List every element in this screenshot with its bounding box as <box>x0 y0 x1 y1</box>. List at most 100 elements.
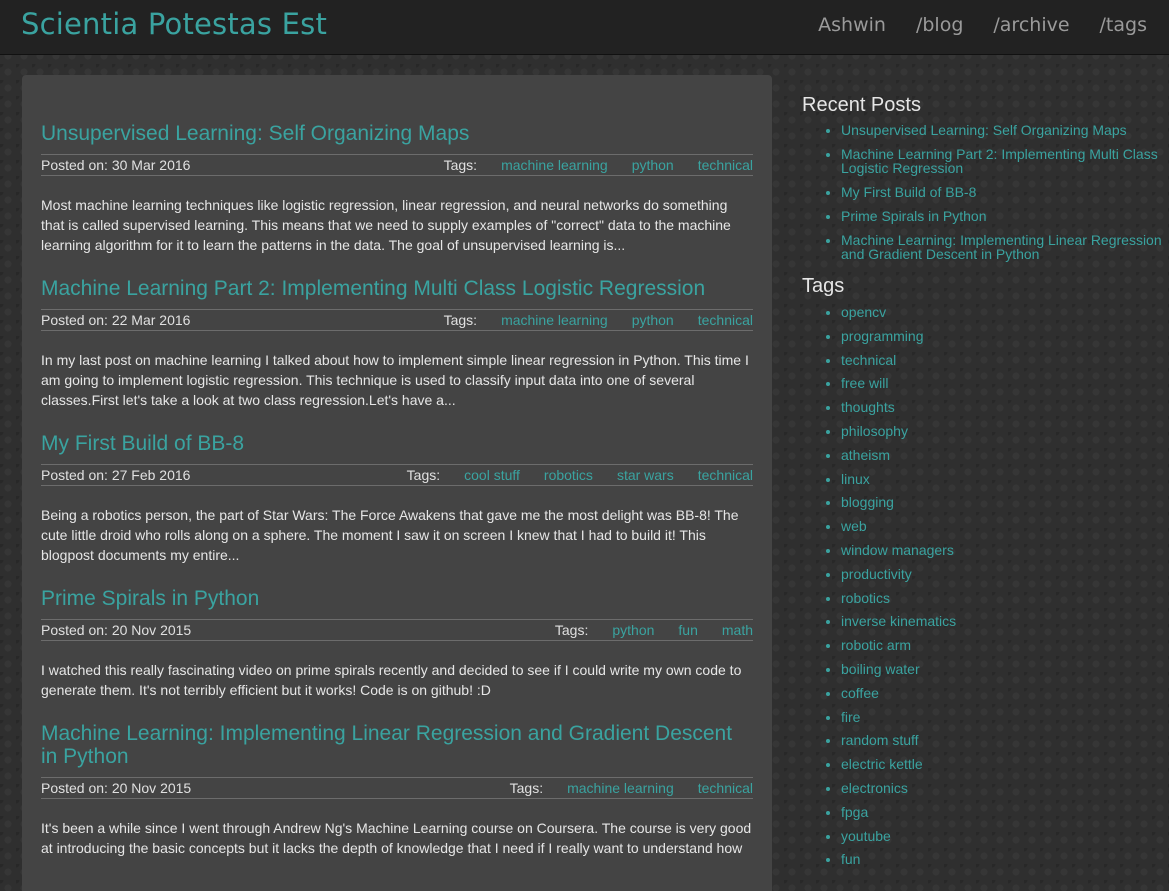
post-tag-link[interactable]: technical <box>698 780 753 796</box>
post-tag-link[interactable]: python <box>632 157 674 173</box>
sidebar-tag-link[interactable]: thoughts <box>841 399 895 415</box>
recent-posts-heading: Recent Posts <box>802 94 921 116</box>
sidebar-tag-item: inverse kinematics <box>841 613 1162 629</box>
post-tag-link[interactable]: python <box>612 622 654 638</box>
sidebar-tag-link[interactable]: linux <box>841 471 870 487</box>
sidebar-tag-link[interactable]: philosophy <box>841 423 908 439</box>
post-tag-link[interactable]: fun <box>678 622 697 638</box>
post-title-link[interactable]: Prime Spirals in Python <box>41 587 753 610</box>
post-date: Posted on: 30 Mar 2016 <box>41 157 191 173</box>
post-meta: Posted on: 20 Nov 2015 Tags: python fun … <box>41 619 753 641</box>
sidebar-tag-item: free will <box>841 375 1162 391</box>
sidebar-tag-link[interactable]: electronics <box>841 780 908 796</box>
sidebar-tag-link[interactable]: inverse kinematics <box>841 613 956 629</box>
tags-label: Tags: <box>443 157 478 173</box>
post-excerpt: Most machine learning techniques like lo… <box>41 197 731 253</box>
nav-link-tags[interactable]: /tags <box>1100 14 1147 36</box>
site-brand-link[interactable]: Scientia Potestas Est <box>21 7 327 41</box>
sidebar-tag-link[interactable]: random stuff <box>841 732 919 748</box>
post-tags: Tags: machine learning python technical <box>444 312 753 328</box>
post-title-link[interactable]: Machine Learning Part 2: Implementing Mu… <box>41 277 753 300</box>
post-tag-link[interactable]: math <box>722 622 753 638</box>
post-meta: Posted on: 20 Nov 2015 Tags: machine lea… <box>41 777 753 799</box>
recent-post-link[interactable]: Prime Spirals in Python <box>841 208 987 224</box>
nav-link-archive[interactable]: /archive <box>993 14 1069 36</box>
tags-label: Tags: <box>509 780 544 796</box>
post-tags: Tags: machine learning technical <box>510 780 753 796</box>
post-meta: Posted on: 30 Mar 2016 Tags: machine lea… <box>41 154 753 176</box>
post-tags: Tags: cool stuff robotics star wars tech… <box>407 467 753 483</box>
recent-post-link[interactable]: Machine Learning Part 2: Implementing Mu… <box>841 146 1158 176</box>
top-navbar: Scientia Potestas Est Ashwin /blog /arch… <box>0 0 1169 55</box>
sidebar-tag-link[interactable]: robotics <box>841 590 890 606</box>
sidebar-tag-item: fpga <box>841 804 1162 820</box>
recent-post-item: Prime Spirals in Python <box>841 209 1162 223</box>
sidebar-tag-link[interactable]: opencv <box>841 304 886 320</box>
post-tag-link[interactable]: robotics <box>544 467 593 483</box>
post-title-link[interactable]: Unsupervised Learning: Self Organizing M… <box>41 122 753 145</box>
post-meta: Posted on: 22 Mar 2016 Tags: machine lea… <box>41 309 753 331</box>
recent-post-link[interactable]: My First Build of BB-8 <box>841 184 976 200</box>
sidebar-tag-list: opencv programming technical free will t… <box>802 304 1162 867</box>
post-tags: Tags: machine learning python technical <box>444 157 753 173</box>
sidebar-tag-link[interactable]: free will <box>841 375 888 391</box>
sidebar-tag-item: fun <box>841 851 1162 867</box>
sidebar-tag-item: web <box>841 518 1162 534</box>
sidebar-tag-item: fire <box>841 709 1162 725</box>
post-tag-link[interactable]: technical <box>698 312 753 328</box>
sidebar-tag-item: thoughts <box>841 399 1162 415</box>
sidebar-tag-item: electric kettle <box>841 756 1162 772</box>
sidebar-tag-link[interactable]: atheism <box>841 447 890 463</box>
post-date: Posted on: 22 Mar 2016 <box>41 312 191 328</box>
sidebar-tag-link[interactable]: productivity <box>841 566 912 582</box>
post-tag-link[interactable]: star wars <box>617 467 674 483</box>
nav-link-blog[interactable]: /blog <box>916 14 963 36</box>
sidebar-tag-item: boiling water <box>841 661 1162 677</box>
sidebar-tag-link[interactable]: fire <box>841 709 860 725</box>
post-tag-link[interactable]: technical <box>698 467 753 483</box>
post-title-link[interactable]: My First Build of BB-8 <box>41 432 753 455</box>
post-tag-link[interactable]: technical <box>698 157 753 173</box>
recent-post-link[interactable]: Machine Learning: Implementing Linear Re… <box>841 232 1162 262</box>
sidebar-tag-link[interactable]: fun <box>841 851 860 867</box>
sidebar-tag-item: coffee <box>841 685 1162 701</box>
sidebar-tag-item: electronics <box>841 780 1162 796</box>
main-nav: Ashwin /blog /archive /tags <box>818 14 1147 36</box>
recent-post-item: Machine Learning: Implementing Linear Re… <box>841 233 1162 261</box>
sidebar-tag-link[interactable]: electric kettle <box>841 756 923 772</box>
post-tag-link[interactable]: machine learning <box>501 312 608 328</box>
sidebar-tag-link[interactable]: programming <box>841 328 923 344</box>
sidebar-tag-item: programming <box>841 328 1162 344</box>
post-excerpt: In my last post on machine learning I ta… <box>41 352 749 408</box>
sidebar-tag-link[interactable]: web <box>841 518 867 534</box>
sidebar-tag-item: philosophy <box>841 423 1162 439</box>
sidebar-tag-item: atheism <box>841 447 1162 463</box>
sidebar-tag-item: robotic arm <box>841 637 1162 653</box>
post-tag-link[interactable]: machine learning <box>501 157 608 173</box>
sidebar-tag-item: productivity <box>841 566 1162 582</box>
sidebar-tag-link[interactable]: window managers <box>841 542 954 558</box>
post-title-link[interactable]: Machine Learning: Implementing Linear Re… <box>41 722 753 768</box>
sidebar-tag-item: technical <box>841 352 1162 368</box>
sidebar-tag-item: window managers <box>841 542 1162 558</box>
post-item: My First Build of BB-8 Posted on: 27 Feb… <box>41 432 753 565</box>
sidebar-tag-link[interactable]: robotic arm <box>841 637 911 653</box>
sidebar-tag-link[interactable]: youtube <box>841 828 891 844</box>
post-date: Posted on: 27 Feb 2016 <box>41 467 191 483</box>
sidebar-tag-link[interactable]: fpga <box>841 804 868 820</box>
recent-post-item: My First Build of BB-8 <box>841 185 1162 199</box>
sidebar-tag-link[interactable]: blogging <box>841 494 894 510</box>
sidebar-tag-item: youtube <box>841 828 1162 844</box>
sidebar-tag-link[interactable]: technical <box>841 352 896 368</box>
post-tag-link[interactable]: python <box>632 312 674 328</box>
sidebar-tag-link[interactable]: coffee <box>841 685 879 701</box>
post-tag-link[interactable]: machine learning <box>567 780 674 796</box>
post-item: Prime Spirals in Python Posted on: 20 No… <box>41 587 753 700</box>
post-tag-link[interactable]: cool stuff <box>464 467 520 483</box>
sidebar: Recent Posts Unsupervised Learning: Self… <box>802 94 1162 881</box>
post-item: Unsupervised Learning: Self Organizing M… <box>41 122 753 255</box>
nav-link-ashwin[interactable]: Ashwin <box>818 14 886 36</box>
recent-post-link[interactable]: Unsupervised Learning: Self Organizing M… <box>841 122 1127 138</box>
post-item: Machine Learning Part 2: Implementing Mu… <box>41 277 753 410</box>
sidebar-tag-link[interactable]: boiling water <box>841 661 920 677</box>
